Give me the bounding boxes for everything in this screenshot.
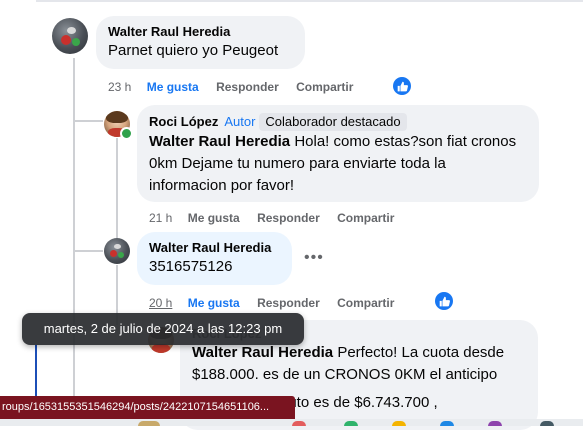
more-icon[interactable]: •••	[304, 249, 324, 267]
online-dot	[120, 127, 133, 140]
comment-author[interactable]: Roci López	[149, 114, 218, 129]
comment-author-line: Roci López Autor Colaborador destacado	[149, 113, 527, 131]
like-button[interactable]: Me gusta	[188, 211, 240, 225]
taskbar-app-icon[interactable]	[488, 421, 502, 426]
focus-indicator	[35, 345, 37, 397]
reply-button[interactable]: Responder	[257, 296, 320, 310]
comment-text: Walter Raul Heredia Hola! como estas?son…	[149, 133, 517, 194]
taskbar-app-icon[interactable]	[440, 421, 454, 426]
taskbar-app-icon[interactable]	[138, 421, 160, 426]
link-status-bar: roups/1653155351546294/posts/24221071546…	[0, 396, 295, 419]
thread-line	[73, 58, 75, 423]
thread-branch	[73, 120, 103, 122]
comment-bubble: Walter Raul Heredia 3516575126	[137, 232, 292, 285]
comment-text: Parnet quiero yo Peugeot	[108, 42, 279, 59]
thread-branch	[73, 250, 103, 252]
taskbar-app-icon[interactable]	[292, 421, 306, 426]
timestamp-tooltip: martes, 2 de julio de 2024 a las 12:23 p…	[22, 313, 304, 345]
taskbar-app-icon[interactable]	[540, 421, 554, 426]
reply-button[interactable]: Responder	[216, 80, 279, 94]
avatar[interactable]	[104, 238, 130, 264]
taskbar-app-icon[interactable]	[344, 421, 358, 426]
comment-author[interactable]: Walter Raul Heredia	[149, 240, 280, 256]
comment-text: Walter Raul Heredia Perfecto! La cuota d…	[192, 344, 505, 383]
share-button[interactable]: Compartir	[296, 80, 353, 94]
mention-link[interactable]: Walter Raul Heredia	[192, 344, 333, 361]
comment-text-tail: auto es de $6.743.700 ,	[280, 394, 438, 411]
like-button[interactable]: Me gusta	[188, 296, 240, 310]
top-divider	[36, 0, 583, 2]
comment-timestamp[interactable]: 21 h	[149, 211, 172, 225]
thumbs-up-icon[interactable]	[393, 77, 411, 95]
comment-author[interactable]: Walter Raul Heredia	[108, 24, 293, 40]
share-button[interactable]: Compartir	[337, 296, 394, 310]
comment-bubble: Walter Raul Heredia Parnet quiero yo Peu…	[96, 16, 305, 69]
reply-button[interactable]: Responder	[257, 211, 320, 225]
thumbs-up-icon[interactable]	[435, 292, 453, 310]
comment-text: 3516575126	[149, 258, 233, 275]
like-button[interactable]: Me gusta	[147, 80, 199, 94]
mention-link[interactable]: Walter Raul Heredia	[149, 133, 290, 150]
comment-bubble: Roci López Autor Colaborador destacado Wal…	[137, 105, 539, 202]
comment-actions: 23 h Me gusta Responder Compartir	[108, 79, 367, 95]
share-button[interactable]: Compartir	[337, 211, 394, 225]
comment-actions: 21 h Me gusta Responder Compartir	[149, 210, 408, 226]
taskbar	[0, 419, 583, 426]
author-badge: Autor	[224, 114, 256, 129]
comment-timestamp[interactable]: 23 h	[108, 80, 131, 94]
comment-actions: 20 h Me gusta Responder Compartir	[149, 295, 408, 311]
comment-timestamp[interactable]: 20 h	[149, 296, 172, 310]
top-contributor-badge: Colaborador destacado	[259, 113, 407, 131]
thread-line	[116, 138, 118, 238]
taskbar-app-icon[interactable]	[392, 421, 406, 426]
avatar[interactable]	[52, 18, 88, 54]
